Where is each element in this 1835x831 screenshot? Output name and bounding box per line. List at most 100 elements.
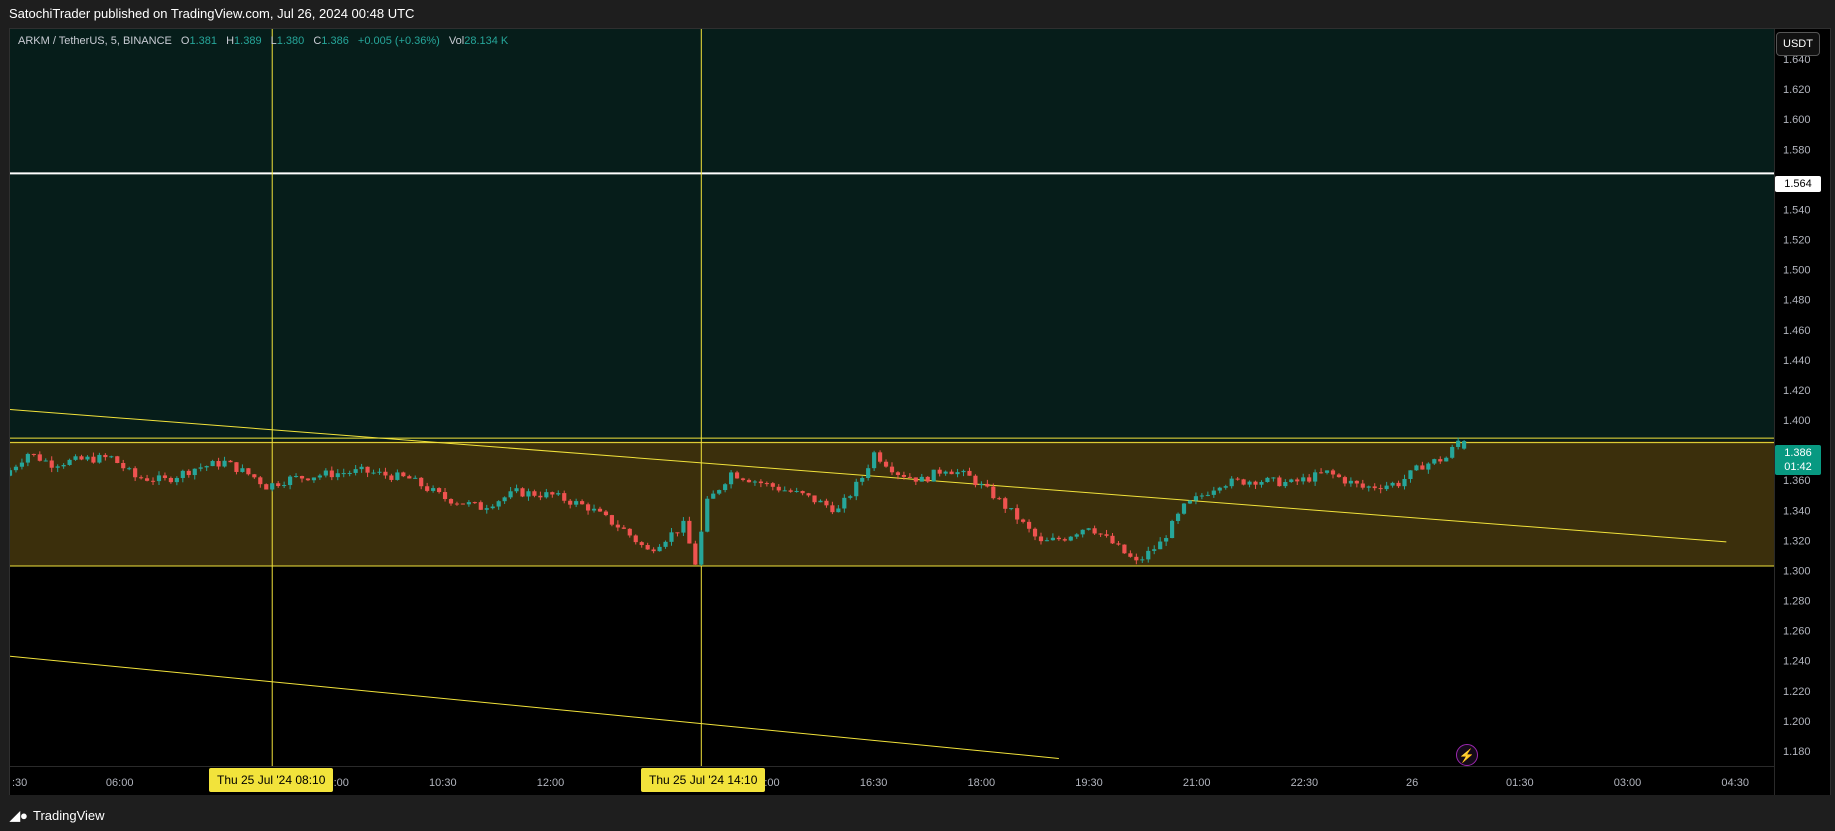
candle-body <box>1235 478 1240 480</box>
candle-body <box>580 501 585 505</box>
price-axis[interactable]: 1.6401.6201.6001.5801.5601.5401.5201.500… <box>1774 29 1830 795</box>
price-tick-label: 1.400 <box>1783 415 1811 427</box>
footer-brand[interactable]: TradingView <box>33 801 105 831</box>
publisher-text: SatochiTrader published on TradingView.c… <box>9 6 415 21</box>
candle-body <box>889 466 895 473</box>
countdown-value: 01:42 <box>1784 461 1812 473</box>
candle-body <box>1104 534 1109 536</box>
candle-body <box>270 483 275 490</box>
candle-body <box>1301 477 1306 482</box>
price-tick-label: 1.500 <box>1783 265 1811 277</box>
candle-body <box>1456 440 1461 447</box>
candle-body <box>305 478 311 481</box>
candle-body <box>925 476 930 482</box>
candle-body <box>133 468 138 478</box>
candle-body <box>61 464 66 467</box>
candle-body <box>1009 508 1014 510</box>
currency-button[interactable]: USDT <box>1776 32 1820 56</box>
candle-body <box>353 469 358 473</box>
candle-body <box>514 488 519 492</box>
price-tick-label: 1.220 <box>1783 686 1811 698</box>
candle-body <box>1283 482 1288 487</box>
candle-body <box>1342 477 1348 484</box>
time-tick-label: 01:30 <box>1506 777 1534 789</box>
candle-body <box>872 452 877 469</box>
candle-body <box>758 481 763 484</box>
candle-body <box>1175 513 1181 521</box>
chart-plot-area[interactable] <box>10 29 1774 795</box>
candle-body <box>454 503 460 505</box>
candle-body <box>1289 479 1294 483</box>
candle-body <box>1462 441 1467 449</box>
tradingview-logo-icon[interactable]: ◢● <box>10 801 28 831</box>
candle-body <box>198 467 203 469</box>
candle-body <box>210 461 215 467</box>
candle-body <box>162 475 168 478</box>
candle-body <box>1187 500 1193 504</box>
crosshair-time-tag-2: Thu 25 Jul '24 14:10 <box>641 768 766 792</box>
candle-body <box>574 501 579 505</box>
candle-body <box>764 483 769 485</box>
candle-body <box>961 470 966 473</box>
candle-body <box>1080 529 1085 535</box>
candle-body <box>705 498 710 532</box>
candle-body <box>836 508 841 513</box>
candle-body <box>1092 528 1097 534</box>
candle-body <box>216 461 221 467</box>
candle-body <box>1384 485 1389 490</box>
candle-body <box>824 500 829 506</box>
candle-body <box>1140 559 1145 561</box>
candle-body <box>436 488 442 493</box>
candle-body <box>1259 482 1264 485</box>
candle-body <box>687 520 692 544</box>
candle-body <box>985 483 990 487</box>
candle-body <box>1318 472 1324 474</box>
candle-body <box>609 515 614 525</box>
candle-body <box>103 454 108 458</box>
candle-body <box>168 477 173 483</box>
last-price-tag: 1.386 01:42 <box>1775 445 1821 475</box>
time-tick-label: 22:30 <box>1291 777 1319 789</box>
candle-body <box>699 531 704 565</box>
legend-close-value: 1.386 <box>321 35 349 47</box>
legend-symbol[interactable]: ARKM / TetherUS, 5, BINANCE <box>18 35 172 47</box>
candle-body <box>347 472 352 474</box>
candle-body <box>55 466 60 468</box>
candle-body <box>842 497 847 509</box>
candle-body <box>1432 459 1437 464</box>
candle-body <box>1426 463 1431 470</box>
candle-body <box>663 541 668 547</box>
lightning-icon[interactable]: ⚡ <box>1456 744 1478 766</box>
last-price-value: 1.386 <box>1784 447 1812 459</box>
candle-body <box>1253 481 1258 485</box>
candle-body <box>776 486 781 491</box>
candle-body <box>490 506 495 509</box>
candle-body <box>711 493 716 499</box>
candle-body <box>127 468 132 470</box>
candle-body <box>1390 482 1395 486</box>
candle-body <box>67 459 72 465</box>
candle-body <box>144 478 150 481</box>
candle-body <box>639 542 644 546</box>
candle-body <box>782 490 787 492</box>
candle-body <box>293 476 299 478</box>
footer-bar: ◢● TradingView <box>0 801 1835 831</box>
candle-body <box>1444 457 1449 462</box>
candle-body <box>931 469 936 482</box>
candle-body <box>615 524 620 528</box>
candle-body <box>544 492 549 498</box>
candle-body <box>1247 481 1252 485</box>
candle-body <box>139 477 144 479</box>
candle-body <box>591 508 597 511</box>
time-tick-label: 10:30 <box>429 777 457 789</box>
candle-body <box>1021 519 1026 522</box>
price-tick-label: 1.440 <box>1783 355 1811 367</box>
chart-svg[interactable] <box>10 29 1774 795</box>
candle-body <box>466 502 471 505</box>
candle-body <box>1068 536 1073 541</box>
candle-body <box>729 472 734 485</box>
time-tick-label: 21:00 <box>1183 777 1211 789</box>
candle-body <box>675 532 680 534</box>
price-tick-label: 1.240 <box>1783 656 1811 668</box>
candle-body <box>1056 537 1061 540</box>
